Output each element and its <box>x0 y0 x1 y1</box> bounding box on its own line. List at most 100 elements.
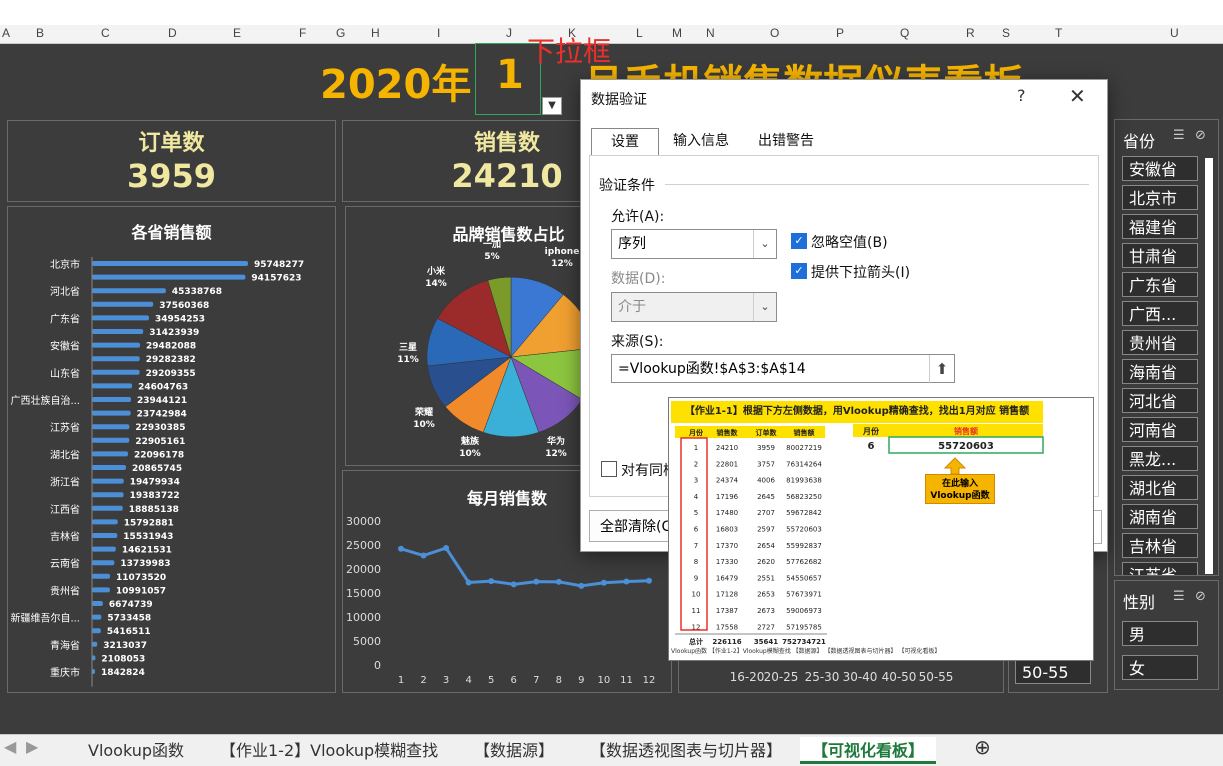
line-point <box>443 545 450 552</box>
column-header-m[interactable]: M <box>672 26 682 40</box>
column-header-t[interactable]: T <box>1055 26 1062 40</box>
column-header-s[interactable]: S <box>1002 26 1010 40</box>
overlay-cell: 2673 <box>757 607 775 615</box>
column-header-h[interactable]: H <box>371 26 380 40</box>
multi-select-icon[interactable]: ☰ <box>1173 589 1185 604</box>
help-button[interactable]: ? <box>1017 86 1026 105</box>
scroll-left-icon[interactable]: ◀ <box>4 737 16 756</box>
age-slicer-item[interactable]: 50-55 <box>1015 659 1091 684</box>
column-header-a[interactable]: A <box>2 26 10 40</box>
scroll-right-icon[interactable]: ▶ <box>26 737 38 756</box>
overlay-lookup-value: 6 <box>868 441 875 452</box>
province-bar-label: 34954253 <box>155 314 205 324</box>
overlay-cell: 76314264 <box>786 460 822 468</box>
column-header-n[interactable]: N <box>706 26 715 40</box>
province-slicer-item[interactable]: 广东省 <box>1122 272 1198 297</box>
chevron-down-icon: ⌄ <box>753 293 776 321</box>
province-bar <box>92 383 133 389</box>
province-bar <box>92 424 130 430</box>
column-header-g[interactable]: G <box>336 26 345 40</box>
column-header-c[interactable]: C <box>101 26 110 40</box>
province-slicer-item[interactable]: 黑龙... <box>1122 446 1198 471</box>
source-input[interactable]: =Vlookup函数!$A$3:$A$14 ⬆ <box>611 354 955 383</box>
dropdown-arrow-checkbox[interactable]: ✓ <box>791 263 807 279</box>
column-header-o[interactable]: O <box>770 26 779 40</box>
pie-slice-name: 一加 <box>483 238 501 250</box>
gender-item-male[interactable]: 男 <box>1122 621 1198 646</box>
ignore-blank-checkbox[interactable]: ✓ <box>791 233 807 249</box>
province-slicer-item[interactable]: 北京市 <box>1122 185 1198 210</box>
add-sheet-icon[interactable]: ⊕ <box>974 735 991 759</box>
close-button[interactable]: ✕ <box>1069 84 1086 108</box>
clear-filter-icon[interactable]: ⊘ <box>1195 128 1206 143</box>
column-header-b[interactable]: B <box>36 26 44 40</box>
province-category-label: 广东省 <box>50 312 80 325</box>
tab-error-alert[interactable]: 出错警告 <box>747 128 825 154</box>
pie-slice-name: 华为 <box>547 435 565 447</box>
province-slicer-item[interactable]: 湖北省 <box>1122 475 1198 500</box>
overlay-cell: 7 <box>694 542 698 550</box>
province-slicer-item[interactable]: 江苏省 <box>1122 562 1198 575</box>
line-ytick-label: 5000 <box>353 635 381 648</box>
line-point <box>600 579 607 586</box>
column-header-e[interactable]: E <box>233 26 241 40</box>
chevron-down-icon: ⌄ <box>753 230 776 258</box>
column-header-i[interactable]: I <box>437 26 440 40</box>
tab-input-message[interactable]: 输入信息 <box>665 128 737 154</box>
overlay-header-cell: 销售数 <box>716 428 739 437</box>
pie-slice-pct: 14% <box>425 279 447 289</box>
apply-all-checkbox[interactable] <box>601 461 617 477</box>
province-slicer-item[interactable]: 湖南省 <box>1122 504 1198 529</box>
allow-select[interactable]: 序列 ⌄ <box>611 229 777 259</box>
gender-slicer: 性别 ☰ ⊘ 男 女 <box>1114 580 1219 690</box>
province-slicer-item[interactable]: 甘肃省 <box>1122 243 1198 268</box>
overlay-lookup-header: 月份 <box>862 426 880 436</box>
province-bar-label: 95748277 <box>254 260 304 270</box>
source-label: 来源(S): <box>611 334 664 350</box>
gender-item-female[interactable]: 女 <box>1122 655 1198 680</box>
sheet-tab-bar: ◀ ▶ Vlookup函数 【作业1-2】Vlookup模糊查找 【数据源】 【… <box>0 734 1223 766</box>
column-header-q[interactable]: Q <box>900 26 909 40</box>
province-bar <box>92 315 149 321</box>
data-select[interactable]: 介于 ⌄ <box>611 292 777 322</box>
province-bar-label: 22096178 <box>134 450 184 460</box>
kpi-orders-value: 3959 <box>126 157 217 195</box>
multi-select-icon[interactable]: ☰ <box>1173 128 1185 143</box>
overlay-cell: 8 <box>694 558 698 566</box>
pie-slice-name: 三星 <box>399 342 417 353</box>
province-slicer-item[interactable]: 吉林省 <box>1122 533 1198 558</box>
province-slicer-item[interactable]: 安徽省 <box>1122 156 1198 181</box>
tab-vlookup[interactable]: Vlookup函数 <box>88 737 184 761</box>
province-slicer-item[interactable]: 广西... <box>1122 301 1198 326</box>
province-category-label: 湖北省 <box>50 448 80 461</box>
column-header-d[interactable]: D <box>168 26 177 40</box>
column-header-u[interactable]: U <box>1170 26 1179 40</box>
overlay-cell: 24210 <box>716 444 738 452</box>
province-slicer-item[interactable]: 河北省 <box>1122 388 1198 413</box>
column-header-f[interactable]: F <box>299 26 306 40</box>
tab-data-source[interactable]: 【数据源】 <box>474 737 554 761</box>
province-slicer-item[interactable]: 河南省 <box>1122 417 1198 442</box>
tab-homework-1-2[interactable]: 【作业1-2】Vlookup模糊查找 <box>220 737 438 761</box>
province-slicer-item[interactable]: 福建省 <box>1122 214 1198 239</box>
clear-filter-icon[interactable]: ⊘ <box>1195 589 1206 604</box>
province-slicer-item[interactable]: 贵州省 <box>1122 330 1198 355</box>
province-slicer-scrollbar[interactable] <box>1205 158 1213 574</box>
province-bar <box>92 274 246 280</box>
province-category-label: 浙江省 <box>50 476 80 489</box>
column-header-j[interactable]: J <box>506 26 512 40</box>
province-category-label: 江苏省 <box>50 421 80 434</box>
tab-settings[interactable]: 设置 <box>591 128 659 155</box>
province-category-label: 江西省 <box>50 503 80 516</box>
overlay-header-cell: 订单数 <box>756 428 778 437</box>
province-bar <box>92 437 130 443</box>
tab-visual-dashboard[interactable]: 【可视化看板】 <box>800 737 937 764</box>
column-header-l[interactable]: L <box>636 26 643 40</box>
range-select-icon[interactable]: ⬆ <box>929 355 954 383</box>
month-dropdown-arrow[interactable]: ▼ <box>542 97 562 115</box>
column-header-p[interactable]: P <box>836 26 844 40</box>
column-header-r[interactable]: R <box>966 26 975 40</box>
province-slicer-item[interactable]: 海南省 <box>1122 359 1198 384</box>
tab-pivot[interactable]: 【数据透视图表与切片器】 <box>590 737 782 761</box>
line-point <box>510 581 517 588</box>
